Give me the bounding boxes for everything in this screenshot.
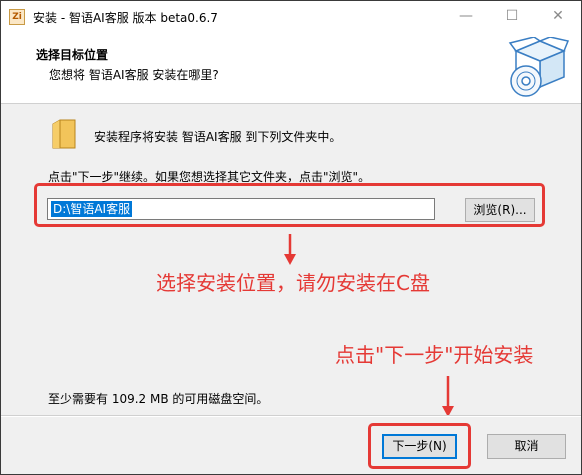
installer-box-cd-icon bbox=[508, 37, 570, 97]
path-highlight-box bbox=[34, 183, 545, 227]
cancel-button[interactable]: 取消 bbox=[487, 434, 566, 459]
installer-window: Zi 安装 - 智语AI客服 版本 beta0.6.7 — ☐ ✕ 选择目标位置… bbox=[0, 0, 582, 475]
wizard-header: 选择目标位置 您想将 智语AI客服 安装在哪里? bbox=[1, 32, 581, 104]
folder-icon bbox=[52, 119, 76, 149]
page-subtitle: 您想将 智语AI客服 安装在哪里? bbox=[49, 68, 219, 82]
window-title: 安装 - 智语AI客服 版本 beta0.6.7 bbox=[33, 11, 218, 25]
close-button[interactable]: ✕ bbox=[535, 1, 581, 32]
next-highlight-box bbox=[368, 423, 471, 469]
maximize-button[interactable]: ☐ bbox=[489, 1, 535, 32]
next-annotation: 点击"下一步"开始安装 bbox=[335, 343, 534, 367]
disk-space-text: 至少需要有 109.2 MB 的可用磁盘空间。 bbox=[48, 392, 269, 406]
minimize-button[interactable]: — bbox=[443, 1, 489, 32]
footer-divider-highlight bbox=[1, 416, 581, 417]
intro-text: 安装程序将安装 智语AI客服 到下列文件夹中。 bbox=[94, 130, 342, 144]
app-icon: Zi bbox=[9, 9, 25, 25]
title-bar[interactable]: Zi 安装 - 智语AI客服 版本 beta0.6.7 — ☐ ✕ bbox=[1, 1, 581, 32]
page-title: 选择目标位置 bbox=[36, 48, 109, 62]
arrow-down-icon bbox=[284, 234, 296, 265]
location-annotation: 选择安装位置，请勿安装在C盘 bbox=[156, 271, 430, 295]
arrow-down-icon bbox=[442, 376, 454, 417]
